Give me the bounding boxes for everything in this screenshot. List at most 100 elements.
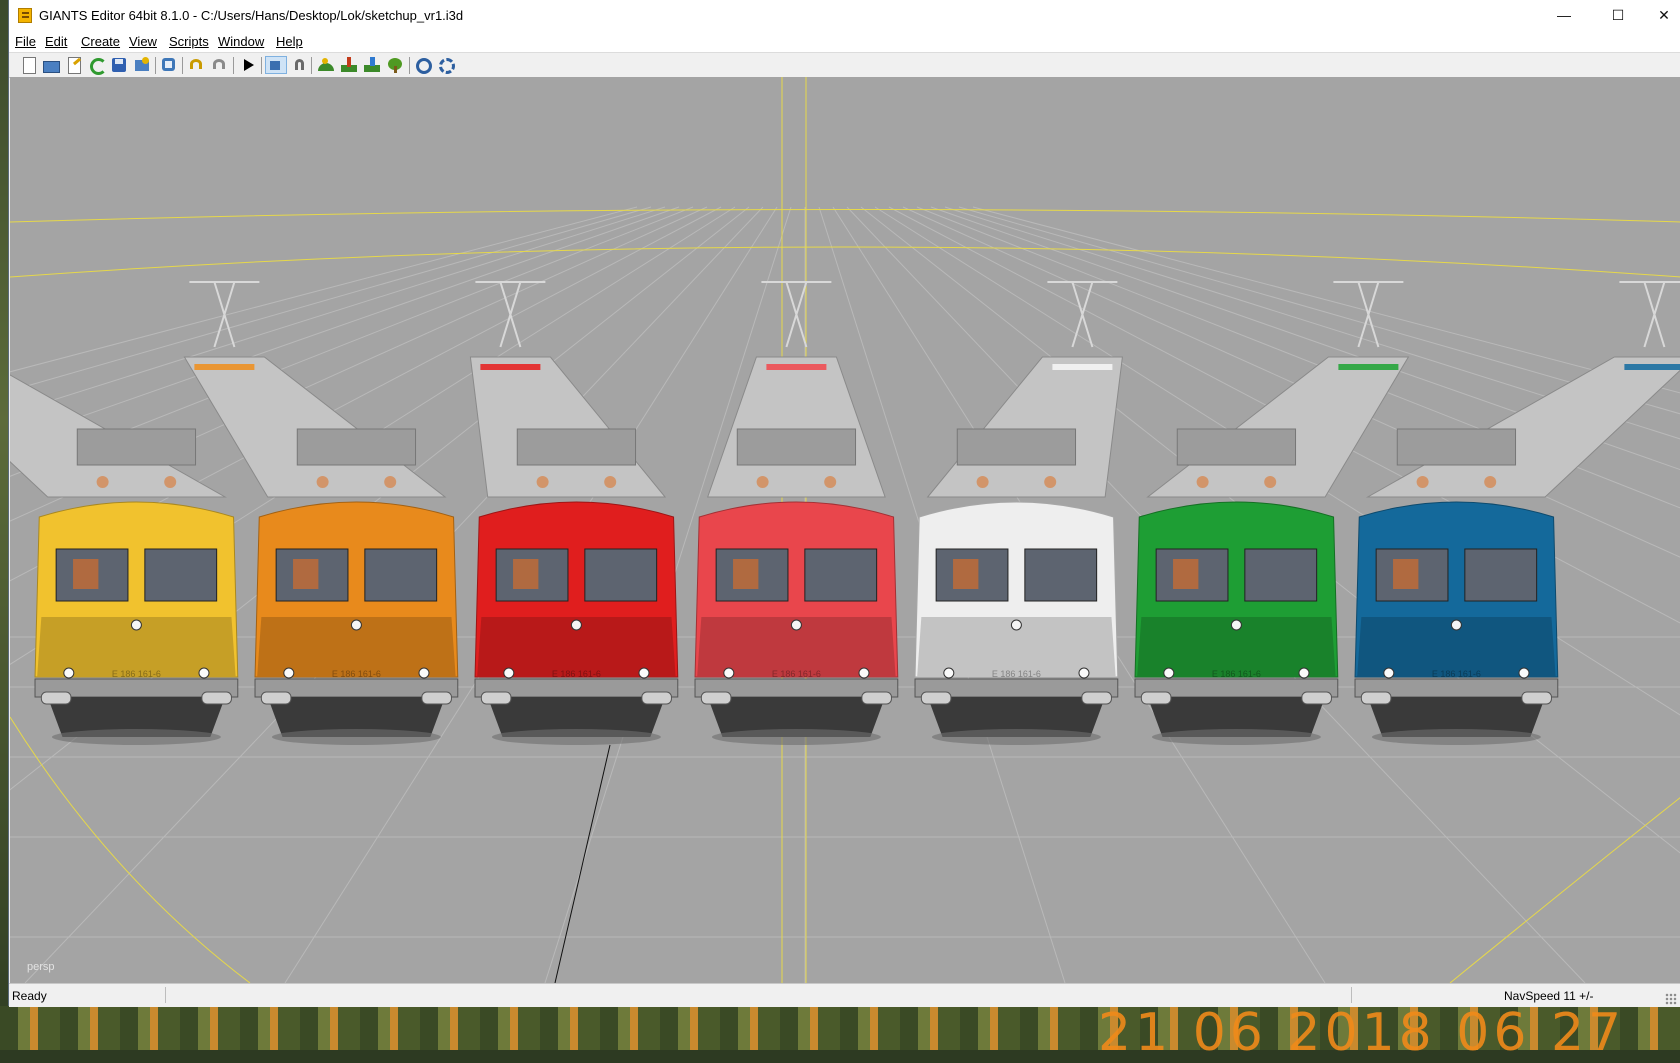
import-icon[interactable]	[160, 56, 178, 74]
loco-light-red-shadow	[711, 729, 881, 745]
loco-green-number-plate: E 186 161-6	[1212, 669, 1261, 679]
new-file-icon[interactable]	[20, 56, 38, 74]
loco-blue-shadow	[1371, 729, 1541, 745]
undo-icon[interactable]	[187, 56, 205, 74]
toolbar	[9, 52, 1680, 78]
loco-light-red-number-plate: E 186 161-6	[772, 669, 821, 679]
preferences-icon[interactable]	[437, 56, 455, 74]
foliage-icon[interactable]	[386, 56, 404, 74]
scene-canvas[interactable]: E 186 161-6 E 186 161-6 E 186 161-6 E 186 1…	[10, 77, 1680, 983]
resize-grip[interactable]	[1665, 993, 1677, 1005]
loco-white-cab-seat	[953, 559, 979, 589]
close-button[interactable]: ✕	[1641, 0, 1680, 30]
loco-red-roof-equipment	[516, 428, 637, 466]
loco-blue-windshield-right	[1464, 548, 1538, 602]
menu-view[interactable]: View	[129, 34, 157, 49]
refresh-icon[interactable]	[88, 56, 107, 75]
loco-orange-roof-equipment	[296, 428, 417, 466]
loco-yellow-roof-insulator	[96, 476, 109, 488]
loco-light-red-top-light	[790, 619, 802, 631]
loco-white-roof-insulator	[1044, 476, 1057, 488]
menu-scripts[interactable]: Scripts	[169, 34, 209, 49]
minimize-button[interactable]: —	[1541, 0, 1587, 30]
loco-blue-buffer-right	[1521, 691, 1552, 705]
loco-yellow-buffer-left	[40, 691, 72, 705]
loco-green-buffer-right	[1301, 691, 1332, 705]
loco-orange-headlight-left	[283, 667, 295, 679]
menu-window[interactable]: Window	[218, 34, 264, 49]
terrain-icon[interactable]	[317, 56, 335, 74]
loco-orange-roof	[183, 356, 447, 498]
loco-white-roof-insulator	[976, 476, 989, 488]
loco-blue-roof-insulator	[1484, 476, 1497, 488]
loco-orange-number-plate: E 186 161-6	[332, 669, 381, 679]
loco-orange-shadow	[271, 729, 441, 745]
menu-help[interactable]: Help	[276, 34, 303, 49]
loco-orange-roof-insulator	[316, 476, 329, 488]
loco-red-cab-seat	[513, 559, 539, 589]
magnet-icon[interactable]	[291, 56, 309, 74]
loco-green-shadow	[1151, 729, 1321, 745]
status-text: Ready	[12, 989, 47, 1003]
maximize-button[interactable]: ☐	[1595, 0, 1641, 30]
loco-yellow-cab-seat	[73, 559, 99, 589]
window-title: GIANTS Editor 64bit 8.1.0 - C:/Users/Han…	[39, 8, 464, 23]
loco-green-pantograph	[1333, 281, 1404, 348]
loco-orange-headlight-right	[418, 667, 430, 679]
menu-create[interactable]: Create	[81, 34, 120, 49]
save-icon[interactable]	[110, 56, 128, 74]
camera-label: persp	[27, 961, 55, 973]
camera-line	[554, 744, 611, 983]
loco-green-roof-insulator	[1196, 476, 1209, 488]
axis-guide-line	[10, 246, 1680, 278]
export-icon[interactable]	[133, 56, 151, 74]
settings-icon[interactable]	[414, 56, 432, 74]
loco-red-number-plate: E 186 161-6	[552, 669, 601, 679]
edit-file-icon[interactable]	[65, 56, 83, 74]
paint-icon[interactable]	[340, 56, 358, 74]
loco-blue-roof	[1365, 356, 1680, 498]
loco-white-roof	[926, 356, 1123, 498]
loco-white-buffer-left	[920, 691, 952, 705]
select-icon[interactable]	[265, 56, 287, 74]
loco-red-pantograph	[475, 281, 546, 348]
3d-viewport[interactable]: E 186 161-6 E 186 161-6 E 186 161-6 E 186 1…	[10, 77, 1680, 983]
loco-orange-buffer-left	[260, 691, 292, 705]
toolbar-separator	[311, 57, 312, 74]
loco-yellow-buffer-right	[201, 691, 232, 705]
loco-white-buffer-right	[1081, 691, 1112, 705]
status-bar: Ready NavSpeed 11 +/-	[9, 983, 1680, 1007]
loco-green-top-light	[1230, 619, 1242, 631]
loco-yellow-roof	[10, 374, 227, 498]
toolbar-separator	[182, 57, 183, 74]
editor-window: GIANTS Editor 64bit 8.1.0 - C:/Users/Han…	[8, 0, 1680, 1007]
title-bar[interactable]: GIANTS Editor 64bit 8.1.0 - C:/Users/Han…	[9, 0, 1680, 32]
loco-green-windshield-right	[1244, 548, 1318, 602]
loco-blue-top-light	[1450, 619, 1462, 631]
menu-file[interactable]: File	[15, 34, 36, 49]
loco-light-red-roof-insulator	[824, 476, 837, 488]
loco-blue-headlight-right	[1518, 667, 1530, 679]
redo-icon[interactable]	[210, 56, 228, 74]
loco-red-headlight-left	[503, 667, 515, 679]
loco-green-headlight-left	[1163, 667, 1175, 679]
loco-blue-buffer-left	[1360, 691, 1392, 705]
loco-red-headlight-right	[638, 667, 650, 679]
play-icon[interactable]	[239, 56, 257, 74]
loco-green-headlight-right	[1298, 667, 1310, 679]
loco-red-shadow	[491, 729, 661, 745]
loco-white-shadow	[931, 729, 1101, 745]
toolbar-separator	[409, 57, 410, 74]
loco-white-windshield-right	[1024, 548, 1098, 602]
toolbar-separator	[261, 57, 262, 74]
menu-edit[interactable]: Edit	[45, 34, 67, 49]
loco-orange-buffer-right	[421, 691, 452, 705]
loco-yellow-roof-insulator	[164, 476, 177, 488]
sculpt-icon[interactable]	[363, 56, 381, 74]
loco-green-roof-equipment	[1176, 428, 1297, 466]
open-file-icon[interactable]	[42, 56, 60, 74]
loco-white-pantograph	[1047, 281, 1118, 348]
loco-red-buffer-right	[641, 691, 672, 705]
loco-orange-top-light	[350, 619, 362, 631]
loco-blue-headlight-left	[1383, 667, 1395, 679]
